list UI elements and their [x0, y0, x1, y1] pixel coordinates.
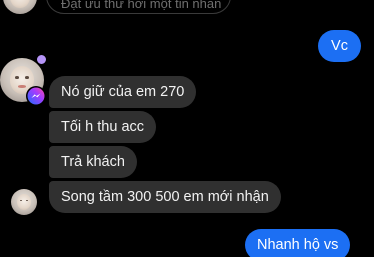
incoming-message[interactable]: Trả khách: [49, 146, 137, 178]
sender-avatar-small[interactable]: [11, 189, 37, 215]
chat-screen: Đặt ưu thư hơi một tin nhắn Vc Nó giữ củ…: [0, 0, 374, 257]
message-input-field[interactable]: Đặt ưu thư hơi một tin nhắn: [46, 0, 231, 14]
incoming-message[interactable]: Nó giữ của em 270: [49, 76, 197, 108]
incoming-message[interactable]: Song tầm 300 500 em mới nhận: [49, 181, 281, 213]
incoming-message[interactable]: Tối h thu acc: [49, 111, 157, 143]
outgoing-message[interactable]: Vc: [318, 30, 361, 62]
avatar-mouth: [18, 85, 26, 88]
sender-avatar-top[interactable]: [3, 0, 37, 14]
outgoing-message[interactable]: Nhanh hộ vs: [245, 229, 351, 257]
messenger-badge: [26, 86, 46, 106]
messenger-icon: [27, 87, 45, 105]
avatar-eye: [24, 76, 29, 80]
avatar-face: [10, 0, 30, 8]
online-status-icon: [36, 54, 47, 65]
avatar-face: [16, 193, 32, 211]
